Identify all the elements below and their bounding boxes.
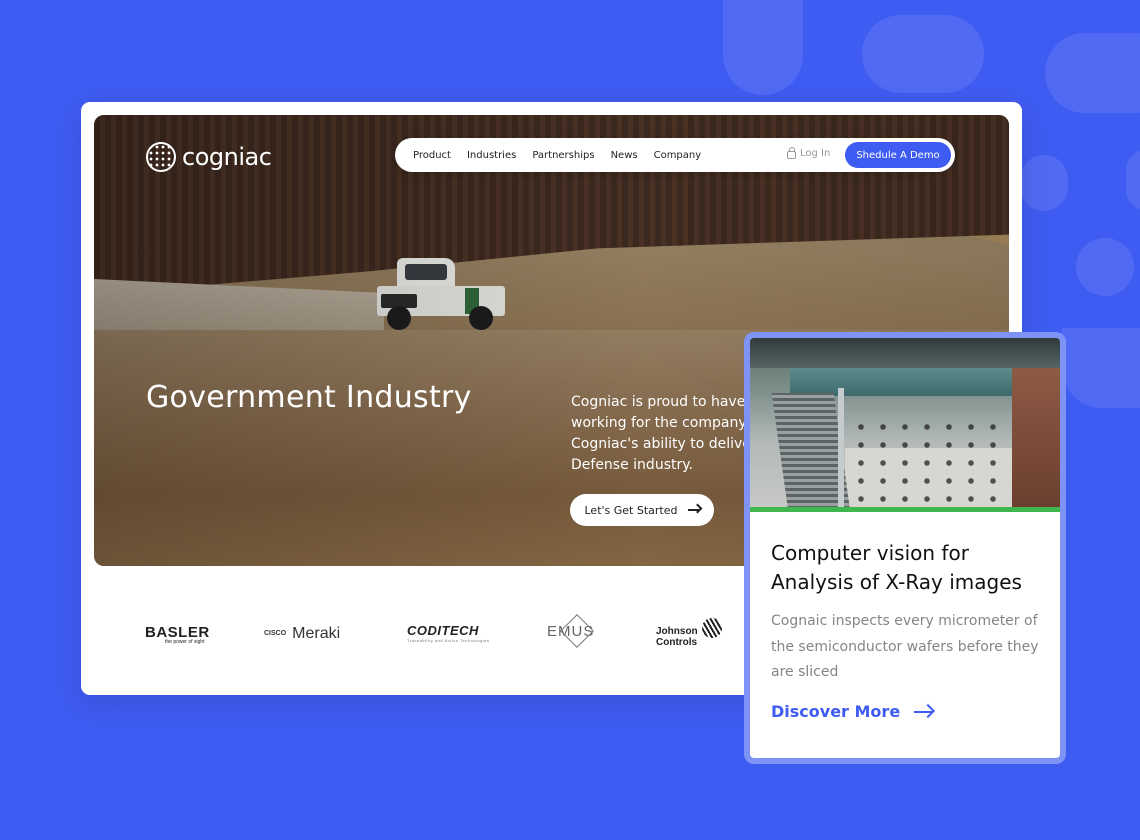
background-shape [1076,238,1134,296]
arrow-right-icon [687,509,700,511]
hero-description-line: working for the company. [571,415,750,431]
hero-description-line: Defense industry. [571,457,693,473]
coditech-logo: CODITECH Traceability and Action Technol… [407,623,490,643]
background-shape [862,15,984,93]
nav-item-industries[interactable]: Industries [459,150,524,161]
nav-item-news[interactable]: News [603,150,646,161]
card-image [750,338,1060,512]
nav-links: Product Industries Partnerships News Com… [405,150,709,161]
get-started-label: Let's Get Started [584,503,678,517]
feature-card-frame: Computer vision for Analysis of X-Ray im… [744,332,1066,764]
schedule-demo-button[interactable]: Shedule A Demo [845,142,951,168]
hero-description-line: Cogniac's ability to deliver [571,436,757,452]
hero-title: Government Industry [146,380,472,415]
nav-item-product[interactable]: Product [405,150,459,161]
nav-item-company[interactable]: Company [646,150,710,161]
nav-item-partnerships[interactable]: Partnerships [524,150,602,161]
arrow-right-icon [914,710,933,713]
brand-logo[interactable]: cogniac [146,142,272,172]
background-shape [1126,150,1140,210]
johnson-controls-logo: Johnson Controls [656,618,722,648]
feature-card: Computer vision for Analysis of X-Ray im… [750,338,1060,758]
basler-logo: BASLER the power of sight [145,624,210,645]
background-shape [1045,33,1140,113]
top-nav: Product Industries Partnerships News Com… [395,138,955,172]
lock-icon [787,147,796,159]
hero-description-line: Cogniac is proud to have f [571,394,755,410]
get-started-button[interactable]: Let's Get Started [570,494,714,526]
login-link[interactable]: Log In [787,147,831,159]
discover-more-label: Discover More [771,702,901,721]
card-description: Cognaic inspects every micrometer of the… [771,613,1039,680]
emus-logo: EMUS [547,614,594,648]
background-shape [723,0,803,95]
cisco-meraki-logo: CISCO Meraki [264,625,341,642]
card-accent-bar [750,507,1060,512]
cogniac-logo-icon [146,142,176,172]
brand-name: cogniac [182,143,272,171]
login-label: Log In [800,148,831,159]
background-shape [1062,328,1140,408]
background-shape [1020,155,1068,211]
card-title: Computer vision for Analysis of X-Ray im… [771,541,1022,594]
hero-description: Cogniac is proud to have f working for t… [571,392,761,476]
discover-more-link[interactable]: Discover More [771,702,933,721]
